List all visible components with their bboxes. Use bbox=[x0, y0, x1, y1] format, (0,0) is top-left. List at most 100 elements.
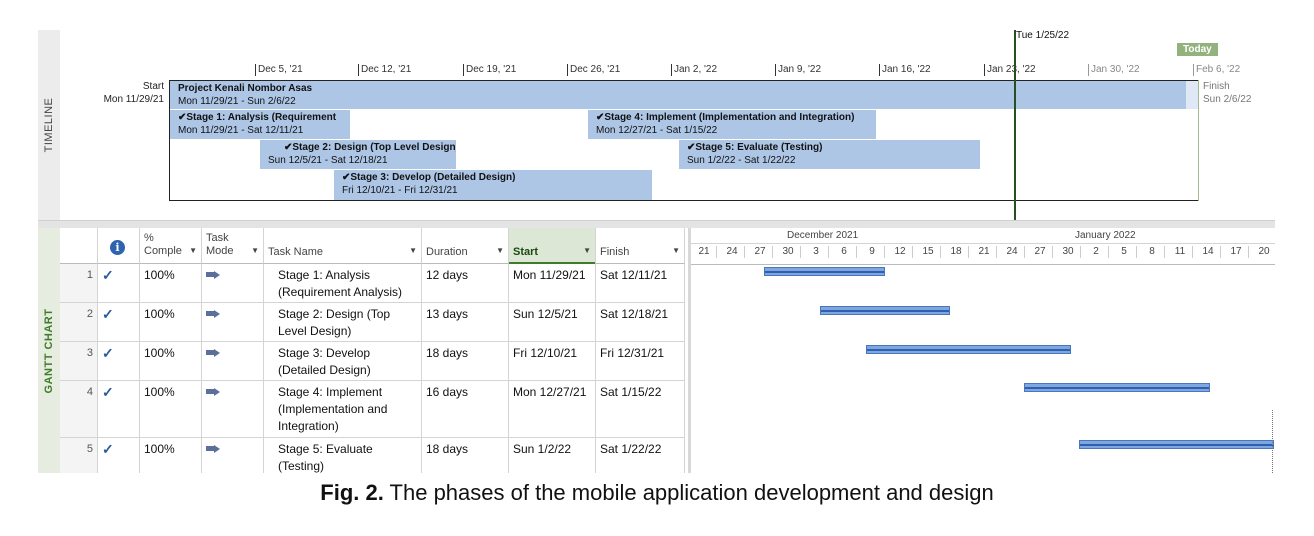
start-cell[interactable]: Mon 12/27/21 bbox=[509, 381, 596, 437]
dropdown-arrow-icon[interactable]: ▼ bbox=[251, 244, 259, 257]
day-label: 9 bbox=[869, 246, 875, 257]
dropdown-arrow-icon[interactable]: ▼ bbox=[496, 244, 504, 257]
day-separator bbox=[1136, 246, 1137, 258]
percent-complete-cell[interactable]: 100% bbox=[140, 381, 202, 437]
gantt-chart[interactable]: December 2021 January 2022 21 24 27 30 3 6 9 12… bbox=[688, 228, 1275, 473]
timeline-finish-date: Sun 2/6/22 bbox=[1203, 94, 1252, 105]
start-header[interactable]: Start ▼ bbox=[509, 228, 596, 264]
day-separator bbox=[1164, 246, 1165, 258]
percent-complete-cell[interactable]: 100% bbox=[140, 264, 202, 302]
task-mode-cell[interactable] bbox=[202, 438, 264, 473]
row-number[interactable]: 1 bbox=[60, 264, 98, 302]
gantt-bar-stage-1[interactable] bbox=[764, 267, 885, 276]
task-name-cell[interactable]: Stage 2: Design (Top Level Design) bbox=[264, 303, 422, 341]
row-number-header[interactable] bbox=[60, 228, 98, 264]
timeline-stage-3[interactable]: ✔Stage 3: Develop (Detailed Design) Fri … bbox=[334, 170, 652, 200]
gantt-bar-stage-5[interactable] bbox=[1079, 440, 1274, 449]
complete-check-icon: ✓ bbox=[98, 264, 140, 302]
day-separator bbox=[912, 246, 913, 258]
task-mode-cell[interactable] bbox=[202, 342, 264, 380]
timeline-stage-2[interactable]: ✔Stage 2: Design (Top Level Design) Sun … bbox=[260, 140, 456, 169]
complete-check-icon: ✓ bbox=[98, 342, 140, 380]
caption-label: Fig. 2. bbox=[320, 480, 384, 505]
timeline-stage-1[interactable]: ✔Stage 1: Analysis (Requirement Mon 11/2… bbox=[170, 110, 350, 139]
row-number[interactable]: 3 bbox=[60, 342, 98, 380]
day-separator bbox=[940, 246, 941, 258]
row-number[interactable]: 2 bbox=[60, 303, 98, 341]
timeline-stage-4[interactable]: ✔Stage 4: Implement (Implementation and … bbox=[588, 110, 876, 139]
duration-cell[interactable]: 18 days bbox=[422, 438, 509, 473]
row-number[interactable]: 5 bbox=[60, 438, 98, 473]
finish-cell[interactable]: Sat 12/18/21 bbox=[596, 303, 685, 341]
start-label: Start bbox=[513, 246, 539, 258]
task-mode-cell[interactable] bbox=[202, 264, 264, 302]
table-row[interactable]: 2 ✓ 100% Stage 2: Design (Top Level Desi… bbox=[60, 303, 685, 342]
day-label: 21 bbox=[978, 246, 990, 257]
view-divider[interactable] bbox=[38, 220, 1275, 228]
table-row[interactable]: 1 ✓ 100% Stage 1: Analysis (Requirement … bbox=[60, 264, 685, 303]
figure-caption: Fig. 2. The phases of the mobile applica… bbox=[0, 480, 1314, 506]
timeline-tick: Jan 9, '22 bbox=[775, 64, 821, 76]
percent-complete-header[interactable]: % Comple ▼ bbox=[140, 228, 202, 264]
finish-cell[interactable]: Sat 1/15/22 bbox=[596, 381, 685, 437]
day-separator bbox=[968, 246, 969, 258]
timeline-view[interactable]: Dec 5, '21 Dec 12, '21 Dec 19, '21 Dec 2… bbox=[60, 30, 1275, 220]
today-date-label: Tue 1/25/22 bbox=[1016, 30, 1070, 41]
dropdown-arrow-icon[interactable]: ▼ bbox=[189, 244, 197, 257]
start-cell[interactable]: Mon 11/29/21 bbox=[509, 264, 596, 302]
finish-cell[interactable]: Sat 12/11/21 bbox=[596, 264, 685, 302]
timeline-side-label: TIMELINE bbox=[38, 30, 60, 220]
day-label: 18 bbox=[950, 246, 962, 257]
table-row[interactable]: 3 ✓ 100% Stage 3: Develop (Detailed Desi… bbox=[60, 342, 685, 381]
day-label: 30 bbox=[1062, 246, 1074, 257]
duration-cell[interactable]: 16 days bbox=[422, 381, 509, 437]
duration-cell[interactable]: 12 days bbox=[422, 264, 509, 302]
percent-complete-cell[interactable]: 100% bbox=[140, 438, 202, 473]
task-name-cell[interactable]: Stage 3: Develop (Detailed Design) bbox=[264, 342, 422, 380]
table-row[interactable]: 5 ✓ 100% Stage 5: Evaluate (Testing) 18 … bbox=[60, 438, 685, 473]
gantt-bar-stage-3[interactable] bbox=[866, 345, 1071, 354]
finish-cell[interactable]: Sat 1/22/22 bbox=[596, 438, 685, 473]
start-cell[interactable]: Sun 12/5/21 bbox=[509, 303, 596, 341]
day-label: 6 bbox=[841, 246, 847, 257]
auto-schedule-icon bbox=[206, 310, 220, 318]
timeline-tick: Feb 6, '22 bbox=[1193, 64, 1240, 76]
task-name-cell[interactable]: Stage 1: Analysis (Requirement Analysis) bbox=[264, 264, 422, 302]
percent-complete-cell[interactable]: 100% bbox=[140, 342, 202, 380]
auto-schedule-icon bbox=[206, 349, 220, 357]
task-mode-cell[interactable] bbox=[202, 381, 264, 437]
project-summary-bar[interactable]: Project Kenali Nombor Asas Mon 11/29/21 … bbox=[170, 81, 1186, 109]
task-name-cell[interactable]: Stage 4: Implement (Implementation and I… bbox=[264, 381, 422, 437]
start-cell[interactable]: Sun 1/2/22 bbox=[509, 438, 596, 473]
percent-complete-cell[interactable]: 100% bbox=[140, 303, 202, 341]
task-mode-cell[interactable] bbox=[202, 303, 264, 341]
day-separator bbox=[1220, 246, 1221, 258]
gantt-side-label: GANTT CHART bbox=[38, 228, 60, 473]
task-name-header[interactable]: Task Name ▼ bbox=[264, 228, 422, 264]
timeline-start-date: Mon 11/29/21 bbox=[103, 94, 164, 105]
start-cell[interactable]: Fri 12/10/21 bbox=[509, 342, 596, 380]
timeline-stage-5[interactable]: ✔Stage 5: Evaluate (Testing) Sun 1/2/22 … bbox=[679, 140, 980, 169]
finish-cell[interactable]: Fri 12/31/21 bbox=[596, 342, 685, 380]
day-label: 2 bbox=[1093, 246, 1099, 257]
table-row[interactable]: 4 ✓ 100% Stage 4: Implement (Implementat… bbox=[60, 381, 685, 438]
duration-cell[interactable]: 18 days bbox=[422, 342, 509, 380]
stage-name: Stage 2: Design (Top Level Design) bbox=[292, 142, 456, 153]
dropdown-arrow-icon[interactable]: ▼ bbox=[583, 244, 591, 257]
dropdown-arrow-icon[interactable]: ▼ bbox=[409, 244, 417, 257]
day-label: 24 bbox=[726, 246, 738, 257]
task-mode-header[interactable]: Task Mode ▼ bbox=[202, 228, 264, 264]
task-name-cell[interactable]: Stage 5: Evaluate (Testing) bbox=[264, 438, 422, 473]
day-separator bbox=[1024, 246, 1025, 258]
auto-schedule-icon bbox=[206, 271, 220, 279]
day-separator bbox=[1108, 246, 1109, 258]
info-column-header[interactable]: i bbox=[98, 228, 140, 264]
stage-name: Stage 1: Analysis (Requirement bbox=[186, 112, 337, 123]
gantt-bar-stage-2[interactable] bbox=[820, 306, 950, 315]
gantt-bar-stage-4[interactable] bbox=[1024, 383, 1210, 392]
duration-cell[interactable]: 13 days bbox=[422, 303, 509, 341]
duration-header[interactable]: Duration ▼ bbox=[422, 228, 509, 264]
dropdown-arrow-icon[interactable]: ▼ bbox=[672, 244, 680, 257]
finish-header[interactable]: Finish ▼ bbox=[596, 228, 685, 264]
row-number[interactable]: 4 bbox=[60, 381, 98, 437]
